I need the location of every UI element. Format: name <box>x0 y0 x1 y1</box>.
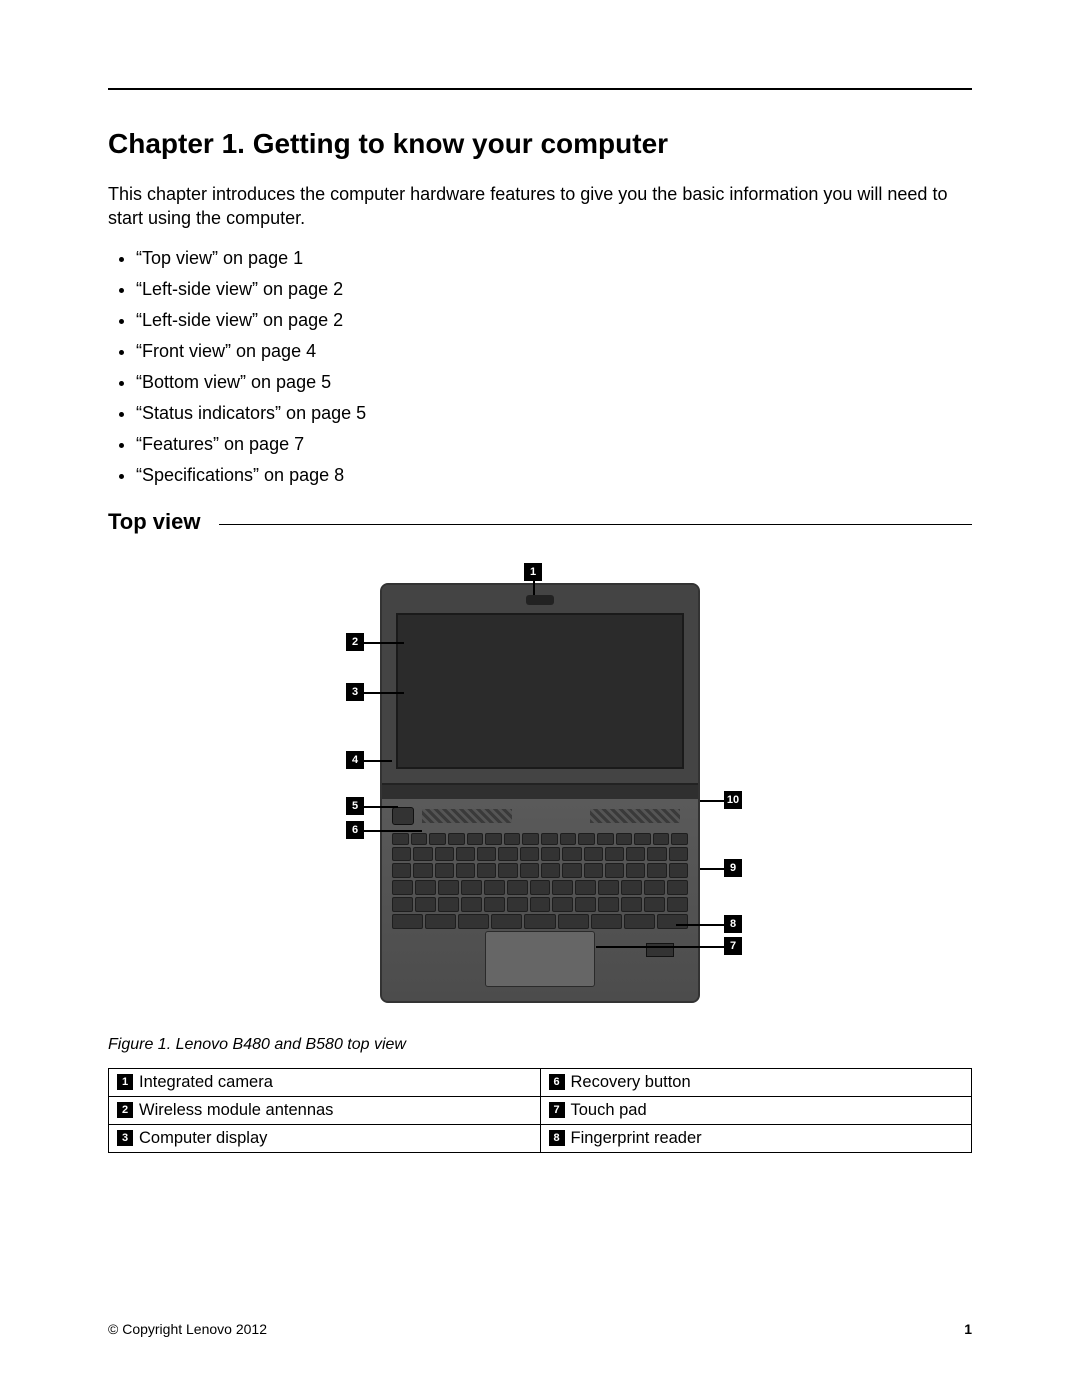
legend-num: 2 <box>117 1102 133 1118</box>
leader-6 <box>364 830 422 832</box>
figure-caption: Figure 1. Lenovo B480 and B580 top view <box>108 1036 972 1054</box>
leader-10 <box>700 800 724 802</box>
toc-item: “Left-side view” on page 2 <box>136 307 972 334</box>
callout-7: 7 <box>724 937 742 955</box>
leader-1 <box>533 581 535 595</box>
legend-label: Touch pad <box>571 1101 647 1119</box>
toc-list: “Top view” on page 1 “Left-side view” on… <box>108 245 972 489</box>
toc-item: “Specifications” on page 8 <box>136 462 972 489</box>
section-rule <box>219 524 973 525</box>
page-footer: © Copyright Lenovo 2012 1 <box>108 1321 972 1337</box>
table-row: 1 Integrated camera 6 Recovery button <box>109 1068 972 1096</box>
leader-5 <box>364 806 398 808</box>
leader-2 <box>364 642 404 644</box>
legend-cell: 8 Fingerprint reader <box>540 1124 972 1152</box>
toc-item: “Bottom view” on page 5 <box>136 369 972 396</box>
leader-9 <box>700 868 724 870</box>
callout-3: 3 <box>346 683 364 701</box>
figure-container: 1 2 3 4 5 6 10 9 8 7 <box>108 563 972 1018</box>
callout-9: 9 <box>724 859 742 877</box>
toc-item: “Front view” on page 4 <box>136 338 972 365</box>
legend-cell: 3 Computer display <box>109 1124 541 1152</box>
toc-item: “Status indicators” on page 5 <box>136 400 972 427</box>
callout-8: 8 <box>724 915 742 933</box>
table-row: 2 Wireless module antennas 7 Touch pad <box>109 1096 972 1124</box>
section-header: Top view <box>108 509 972 535</box>
legend-cell: 6 Recovery button <box>540 1068 972 1096</box>
top-rule <box>108 88 972 90</box>
legend-label: Recovery button <box>571 1073 691 1091</box>
legend-label: Fingerprint reader <box>571 1129 702 1147</box>
toc-item: “Features” on page 7 <box>136 431 972 458</box>
callout-1: 1 <box>524 563 542 581</box>
callout-10: 10 <box>724 791 742 809</box>
callout-6: 6 <box>346 821 364 839</box>
legend-num: 6 <box>549 1074 565 1090</box>
chapter-title: Chapter 1. Getting to know your computer <box>108 128 972 160</box>
intro-paragraph: This chapter introduces the computer har… <box>108 182 972 231</box>
legend-cell: 7 Touch pad <box>540 1096 972 1124</box>
legend-num: 3 <box>117 1130 133 1146</box>
section-title: Top view <box>108 509 201 535</box>
legend-label: Computer display <box>139 1129 267 1147</box>
toc-item: “Left-side view” on page 2 <box>136 276 972 303</box>
callout-4: 4 <box>346 751 364 769</box>
legend-num: 7 <box>549 1102 565 1118</box>
leader-3 <box>364 692 404 694</box>
leader-7 <box>596 946 724 948</box>
copyright-text: © Copyright Lenovo 2012 <box>108 1321 267 1337</box>
callout-5: 5 <box>346 797 364 815</box>
legend-cell: 2 Wireless module antennas <box>109 1096 541 1124</box>
laptop-diagram: 1 2 3 4 5 6 10 9 8 7 <box>310 563 770 1013</box>
leader-4 <box>364 760 392 762</box>
table-row: 3 Computer display 8 Fingerprint reader <box>109 1124 972 1152</box>
legend-table: 1 Integrated camera 6 Recovery button 2 Wir… <box>108 1068 972 1153</box>
toc-item: “Top view” on page 1 <box>136 245 972 272</box>
legend-num: 1 <box>117 1074 133 1090</box>
legend-cell: 1 Integrated camera <box>109 1068 541 1096</box>
legend-num: 8 <box>549 1130 565 1146</box>
legend-label: Integrated camera <box>139 1073 273 1091</box>
page-number: 1 <box>964 1321 972 1337</box>
leader-8 <box>676 924 724 926</box>
callout-2: 2 <box>346 633 364 651</box>
legend-label: Wireless module antennas <box>139 1101 333 1119</box>
